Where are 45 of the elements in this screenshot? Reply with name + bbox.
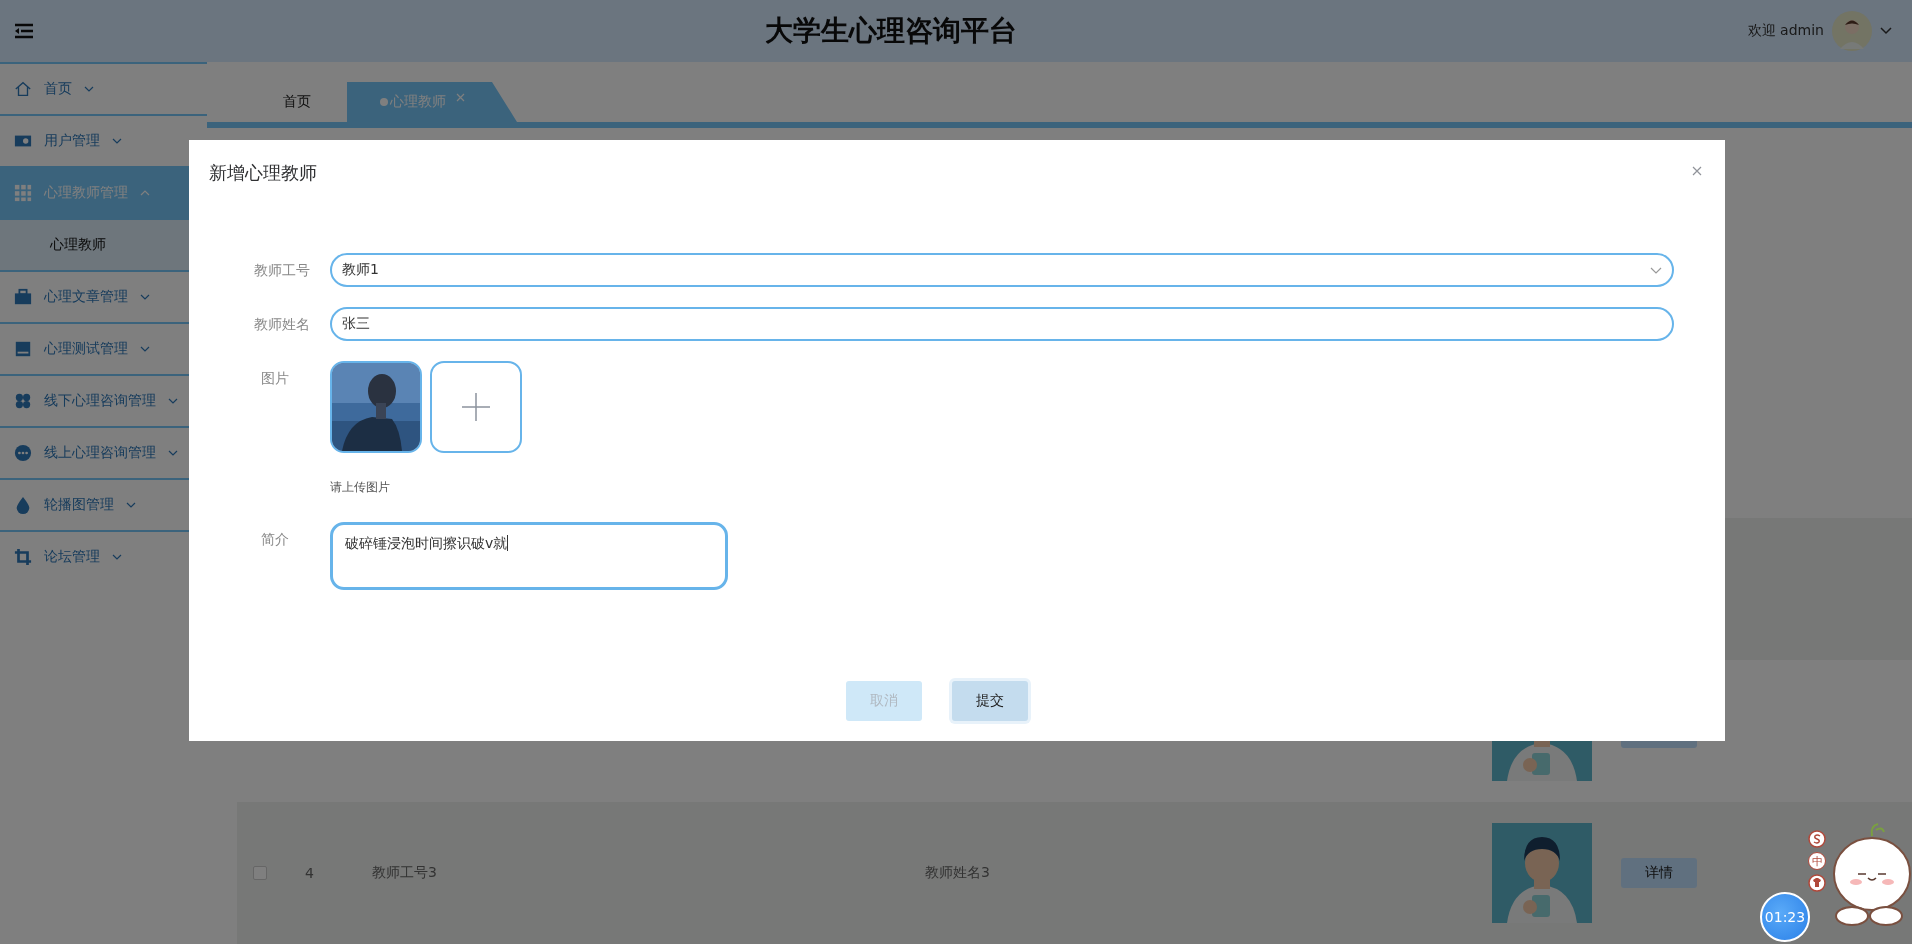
chevron-down-icon[interactable]: [1880, 27, 1892, 35]
field-label: 教师工号: [253, 261, 311, 280]
textarea-field[interactable]: 破碎锤浸泡时间擦识破v就: [330, 522, 728, 590]
chevron-icon: [84, 86, 94, 92]
row-checkbox[interactable]: [253, 866, 267, 880]
dot-icon: [379, 98, 388, 106]
chevron-icon: [140, 346, 150, 352]
input-field[interactable]: 张三: [330, 307, 1674, 341]
chevron-icon: [112, 138, 122, 144]
menu-item-icon: [14, 340, 32, 358]
select-field[interactable]: 教师1: [330, 253, 1674, 287]
shirt-icon[interactable]: [1808, 874, 1826, 892]
chevron-icon: [168, 450, 178, 456]
chevron-icon: [140, 294, 150, 300]
field-label: 简介: [259, 530, 290, 549]
submit-button[interactable]: 提交: [952, 681, 1028, 721]
detail-button[interactable]: 详情: [1621, 858, 1697, 888]
cancel-button[interactable]: 取消: [846, 681, 922, 721]
menu-item-icon: [14, 184, 32, 202]
dialog-title: 新增心理教师: [209, 161, 317, 185]
menu-item-icon: [14, 548, 32, 566]
table-cell-text: 教师工号3: [372, 864, 438, 882]
sidebar-item[interactable]: 首页: [0, 62, 207, 114]
menu-item-icon: [14, 496, 32, 514]
table-cell-text: 教师姓名3: [925, 864, 991, 882]
menu-icon[interactable]: [14, 23, 34, 39]
chevron-icon: [140, 190, 150, 196]
field-label: 图片: [259, 369, 290, 388]
chevron-icon: [126, 502, 136, 508]
field-label: 教师姓名: [253, 315, 311, 334]
chevron-down-icon: [1650, 266, 1662, 274]
menu-item-icon: [14, 80, 32, 98]
chevron-icon: [112, 554, 122, 560]
menu-item-icon: [14, 392, 32, 410]
welcome-text: 欢迎 admin: [1747, 22, 1824, 40]
plus-icon: [462, 393, 490, 421]
chevron-icon: [168, 398, 178, 404]
table-cell-text: 4: [305, 865, 315, 881]
menu-item-icon: [14, 444, 32, 462]
close-icon[interactable]: [1692, 166, 1702, 176]
upload-button[interactable]: [430, 361, 522, 453]
upload-hint: 请上传图片: [330, 479, 391, 496]
s-logo-icon[interactable]: [1808, 830, 1826, 848]
menu-item-icon: [14, 288, 32, 306]
app-title: 大学生心理咨询平台: [763, 13, 1018, 49]
